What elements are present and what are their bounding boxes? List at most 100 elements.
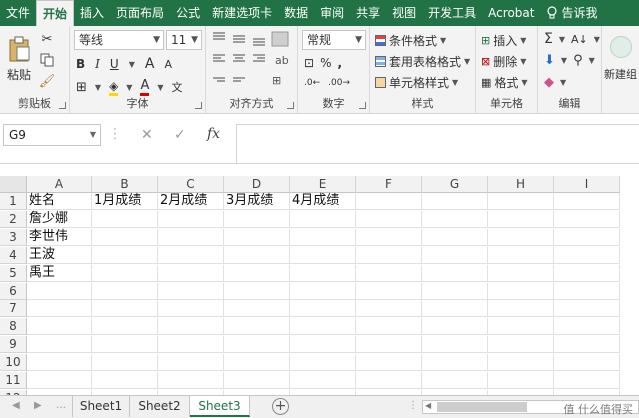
- find-icon[interactable]: ⚲: [573, 53, 583, 68]
- cell-c6[interactable]: [158, 282, 224, 300]
- cell-g6[interactable]: [422, 282, 488, 300]
- fill-icon[interactable]: ⬇: [544, 53, 555, 68]
- cell-i5[interactable]: [554, 264, 620, 282]
- cell-g8[interactable]: [422, 318, 488, 336]
- chevron-down-icon[interactable]: ▼: [129, 60, 135, 69]
- cell-h6[interactable]: [488, 282, 554, 300]
- cell-f7[interactable]: [356, 300, 422, 318]
- cell-b7[interactable]: [92, 300, 158, 318]
- chevron-down-icon[interactable]: ▼: [594, 35, 600, 44]
- number-format-select[interactable]: 常规 ▼: [302, 30, 366, 50]
- cell-g5[interactable]: [422, 264, 488, 282]
- cell-g9[interactable]: [422, 336, 488, 354]
- comma-button[interactable]: ,: [337, 56, 342, 70]
- insert-function-icon[interactable]: fx: [207, 126, 220, 142]
- more-sheets-icon[interactable]: …: [56, 400, 66, 411]
- clear-icon[interactable]: ◆: [544, 75, 554, 90]
- tab-split-icon[interactable]: ⋮: [408, 400, 418, 411]
- cell-a1[interactable]: 姓名: [27, 193, 92, 210]
- cell-f5[interactable]: [356, 264, 422, 282]
- conditional-format-button[interactable]: 条件格式 ▼: [375, 32, 446, 49]
- format-as-table-button[interactable]: 套用表格格式 ▼: [375, 53, 470, 70]
- cell-f8[interactable]: [356, 318, 422, 336]
- cell-f4[interactable]: [356, 246, 422, 264]
- insert-cells-button[interactable]: ⊞ 插入 ▼: [481, 32, 526, 49]
- row-header-7[interactable]: 7: [0, 300, 27, 318]
- tell-me-button[interactable]: 告诉我: [540, 0, 603, 26]
- tab-file[interactable]: 文件: [0, 0, 36, 26]
- cell-d3[interactable]: [224, 228, 290, 246]
- formula-bar-grip-icon[interactable]: ⋮: [108, 126, 123, 142]
- cell-h9[interactable]: [488, 336, 554, 354]
- alignment-launcher-icon[interactable]: [287, 102, 294, 109]
- cell-b1[interactable]: 1月成绩: [92, 193, 158, 210]
- cell-c11[interactable]: [158, 372, 224, 389]
- row-header-3[interactable]: 3: [0, 228, 27, 246]
- chevron-down-icon[interactable]: ▼: [589, 56, 595, 65]
- cell-f6[interactable]: [356, 282, 422, 300]
- row-header-1[interactable]: 1: [0, 193, 27, 210]
- row-header-5[interactable]: 5: [0, 264, 27, 282]
- cell-a4[interactable]: 王波: [27, 246, 92, 264]
- cell-e10[interactable]: [290, 354, 356, 372]
- cell-e6[interactable]: [290, 282, 356, 300]
- cell-d10[interactable]: [224, 354, 290, 372]
- cell-h11[interactable]: [488, 372, 554, 389]
- tab-view[interactable]: 视图: [386, 0, 422, 26]
- cell-d5[interactable]: [224, 264, 290, 282]
- sheet-tab-sheet2[interactable]: Sheet2: [130, 396, 190, 417]
- cell-c4[interactable]: [158, 246, 224, 264]
- column-header-c[interactable]: C: [158, 176, 224, 193]
- cell-i8[interactable]: [554, 318, 620, 336]
- column-header-g[interactable]: G: [422, 176, 488, 193]
- new-group-button[interactable]: [606, 32, 636, 62]
- cell-a10[interactable]: [27, 354, 92, 372]
- currency-icon[interactable]: ⊡: [304, 56, 314, 70]
- prev-sheet-icon[interactable]: ◀: [12, 400, 20, 411]
- tab-formulas[interactable]: 公式: [170, 0, 206, 26]
- cell-c10[interactable]: [158, 354, 224, 372]
- cell-d9[interactable]: [224, 336, 290, 354]
- tab-review[interactable]: 审阅: [314, 0, 350, 26]
- cell-e1[interactable]: 4月成绩: [290, 193, 356, 210]
- clipboard-launcher-icon[interactable]: [59, 102, 66, 109]
- format-cells-button[interactable]: ▦ 格式 ▼: [481, 74, 528, 91]
- sort-filter-icon[interactable]: A↓: [571, 33, 588, 46]
- cell-h5[interactable]: [488, 264, 554, 282]
- cell-g11[interactable]: [422, 372, 488, 389]
- copy-button[interactable]: [38, 51, 56, 69]
- tab-developer[interactable]: 开发工具: [422, 0, 482, 26]
- cell-h4[interactable]: [488, 246, 554, 264]
- font-name-select[interactable]: 等线 ▼: [74, 30, 164, 50]
- cell-h1[interactable]: [488, 193, 554, 210]
- sheet-tab-sheet1[interactable]: Sheet1: [72, 396, 130, 417]
- fill-color-icon[interactable]: ◈: [109, 79, 119, 96]
- italic-button[interactable]: I: [95, 57, 100, 71]
- phonetic-icon[interactable]: 文: [172, 79, 183, 95]
- tab-share[interactable]: 共享: [350, 0, 386, 26]
- cell-d7[interactable]: [224, 300, 290, 318]
- cell-i10[interactable]: [554, 354, 620, 372]
- row-header-4[interactable]: 4: [0, 246, 27, 264]
- sheet-tab-sheet3[interactable]: Sheet3: [190, 396, 250, 417]
- bold-button[interactable]: B: [76, 57, 85, 71]
- next-sheet-icon[interactable]: ▶: [34, 400, 42, 411]
- row-header-2[interactable]: 2: [0, 210, 27, 228]
- cell-b5[interactable]: [92, 264, 158, 282]
- cell-d4[interactable]: [224, 246, 290, 264]
- cell-d11[interactable]: [224, 372, 290, 389]
- column-header-d[interactable]: D: [224, 176, 290, 193]
- tab-insert[interactable]: 插入: [74, 0, 110, 26]
- cell-b3[interactable]: [92, 228, 158, 246]
- cell-i1[interactable]: [554, 193, 620, 210]
- cell-a8[interactable]: [27, 318, 92, 336]
- cell-g4[interactable]: [422, 246, 488, 264]
- scrollbar-thumb[interactable]: [437, 402, 527, 412]
- cell-h3[interactable]: [488, 228, 554, 246]
- cell-i6[interactable]: [554, 282, 620, 300]
- cell-a2[interactable]: 詹少娜: [27, 210, 92, 228]
- column-header-f[interactable]: F: [356, 176, 422, 193]
- cell-c5[interactable]: [158, 264, 224, 282]
- column-header-e[interactable]: E: [290, 176, 356, 193]
- cell-h2[interactable]: [488, 210, 554, 228]
